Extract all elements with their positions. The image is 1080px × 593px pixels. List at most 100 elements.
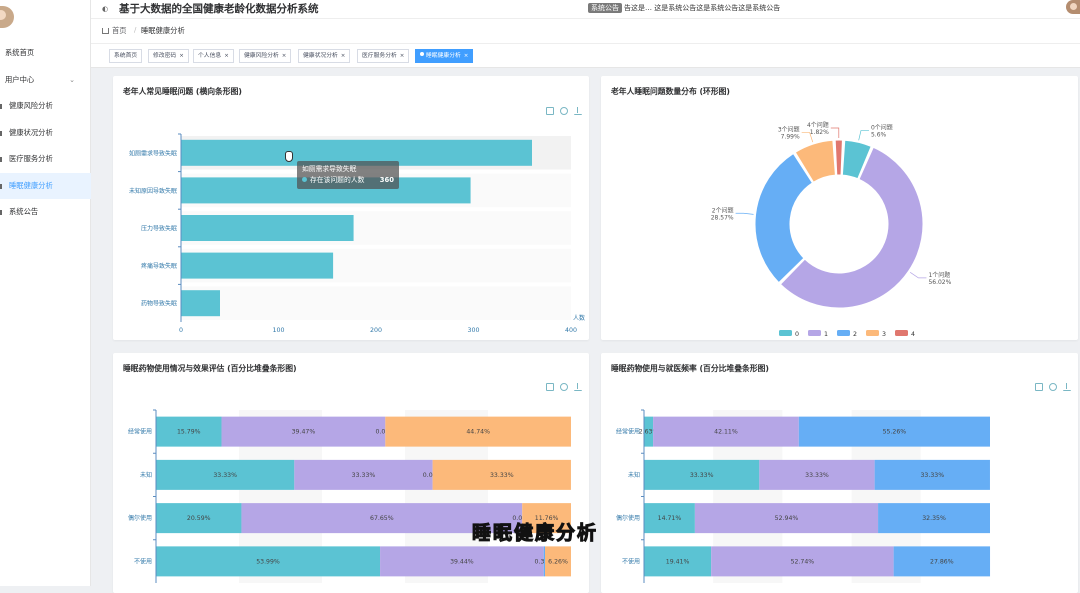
stacked-bar-chart: 15.79%39.47%0.00%44.74%经常使用33.33%33.33%0… xyxy=(128,409,571,583)
close-icon[interactable]: × xyxy=(400,53,405,59)
close-icon[interactable]: × xyxy=(282,53,287,59)
sidebar-item-label: 健康风险分析 xyxy=(9,101,53,110)
x-axis-label: 人数 xyxy=(573,314,585,322)
slice-pct-label: 1.82% xyxy=(810,129,829,136)
segment-label: 53.99% xyxy=(256,558,280,565)
donut-slice xyxy=(834,139,843,176)
segment-label: 52.94% xyxy=(775,515,799,522)
legend-label: 1 xyxy=(824,331,828,338)
segment-label: 39.47% xyxy=(292,429,316,436)
tab-health-risk[interactable]: 健康风险分析 × xyxy=(239,49,292,63)
segment-label: 32.35% xyxy=(922,515,946,522)
menu-dot-icon xyxy=(0,157,2,162)
sidebar-item-user-center[interactable]: 用户中心 ⌄ xyxy=(0,67,91,94)
segment-label: 33.33% xyxy=(213,472,237,479)
y-tick-label: 偶尔使用 xyxy=(128,514,152,522)
tab-label: 健康风险分析 xyxy=(244,53,279,59)
segment-label: 39.44% xyxy=(450,558,474,565)
y-tick-label: 不使用 xyxy=(134,557,152,565)
sidebar-item-medical-service[interactable]: 医疗服务分析 xyxy=(0,146,91,173)
y-tick-label: 药物导致失眠 xyxy=(141,300,177,308)
label-line xyxy=(830,127,840,139)
tab-label: 修改密码 xyxy=(153,53,177,59)
close-icon[interactable]: × xyxy=(341,53,346,59)
sidebar-item-health-risk[interactable]: 健康风险分析 xyxy=(0,93,91,120)
tab-label: 个人信息 xyxy=(198,53,222,59)
series-dot-icon xyxy=(302,177,307,182)
sidebar-item-sleep-health[interactable]: 睡眠健康分析 xyxy=(0,172,91,199)
label-line xyxy=(909,271,927,279)
sidebar-item-label: 睡眠健康分析 xyxy=(9,180,53,190)
top-bar: ◐ 基于大数据的全国健康老龄化数据分析系统 系统公告 告这是… 这是系统公告这是系… xyxy=(91,0,1080,18)
chart-card-medication-effect: 睡眠药物使用情况与效果评估 (百分比堆叠条形图) 15.79%39.47%0.0… xyxy=(113,353,589,593)
home-icon xyxy=(102,28,109,34)
notice-badge: 系统公告 xyxy=(588,3,622,13)
segment-label: 52.74% xyxy=(791,558,815,565)
y-tick-label: 偶尔使用 xyxy=(616,514,640,522)
x-tick-label: 300 xyxy=(467,327,479,334)
breadcrumb: 首页 / 睡眠健康分析 xyxy=(91,18,1080,44)
y-tick-label: 经常使用 xyxy=(128,428,152,436)
tab-health-status[interactable]: 健康状况分析 × xyxy=(298,49,351,63)
legend-label: 0 xyxy=(795,331,799,338)
legend-swatch xyxy=(779,330,792,336)
sidebar-item-label: 用户中心 xyxy=(5,74,35,84)
band-background xyxy=(181,286,571,320)
segment-label: 15.79% xyxy=(177,429,201,436)
menu-toggle-icon[interactable]: ◐ xyxy=(102,5,108,13)
donut-chart: 0个问题5.6% 1个问题56.02% 2个问题28.57% 3个问题7.99% 4个问… xyxy=(711,121,952,338)
user-avatar[interactable] xyxy=(1066,0,1080,14)
segment-label: 67.65% xyxy=(370,515,394,522)
x-tick-label: 400 xyxy=(565,327,577,334)
legend-label: 4 xyxy=(911,331,915,338)
legend-label: 3 xyxy=(882,331,886,338)
segment-label: 55.26% xyxy=(883,429,907,436)
tab-medical-service[interactable]: 医疗服务分析 × xyxy=(357,49,410,63)
sidebar-menu: 系统首页 用户中心 ⌄ 健康风险分析 健康状况分析 医疗服务分析 睡眠健康分析 系… xyxy=(0,40,91,226)
close-icon[interactable]: × xyxy=(464,53,469,59)
tab-home[interactable]: 系统首页 xyxy=(109,49,143,63)
legend-swatch xyxy=(895,330,908,336)
tab-profile[interactable]: 个人信息 × xyxy=(193,49,234,63)
sidebar-item-notice[interactable]: 系统公告 xyxy=(0,199,91,226)
tab-sleep-health[interactable]: 睡眠健康分析 × xyxy=(415,49,474,63)
sidebar-item-health-status[interactable]: 健康状况分析 xyxy=(0,120,91,147)
segment-label: 33.33% xyxy=(805,472,829,479)
segment-label: 44.74% xyxy=(466,429,490,436)
notice-marquee: 系统公告 告这是… 这是系统公告这是系统公告这是系统公告 xyxy=(588,3,900,14)
tab-change-password[interactable]: 修改密码 × xyxy=(148,49,189,63)
slice-label: 0个问题 xyxy=(871,124,893,132)
avatar[interactable] xyxy=(0,6,14,28)
tab-label: 系统首页 xyxy=(114,53,138,59)
segment-label: 14.71% xyxy=(658,515,682,522)
breadcrumb-current: 睡眠健康分析 xyxy=(141,26,185,35)
segment-label: 33.33% xyxy=(490,472,514,479)
segment-label: 33.33% xyxy=(690,472,714,479)
y-tick-label: 不使用 xyxy=(622,557,640,565)
tab-label: 睡眠健康分析 xyxy=(426,53,461,59)
sidebar-item-label: 系统公告 xyxy=(9,207,39,216)
legend-swatch xyxy=(866,330,879,336)
menu-dot-icon xyxy=(0,130,2,136)
chart-tooltip: 如厕需求导致失眠 存在该问题的人数 360 xyxy=(297,161,399,189)
sidebar-item-home[interactable]: 系统首页 xyxy=(0,40,91,67)
menu-dot-icon xyxy=(0,104,2,109)
breadcrumb-home[interactable]: 首页 xyxy=(112,26,127,36)
sidebar-item-label: 系统首页 xyxy=(5,48,35,57)
segment-label: 20.59% xyxy=(187,515,211,522)
x-tick-label: 200 xyxy=(370,327,382,334)
slice-pct-label: 56.02% xyxy=(928,279,951,286)
tooltip-title: 如厕需求导致失眠 xyxy=(302,165,357,173)
chevron-down-icon: ⌄ xyxy=(69,75,75,84)
menu-dot-icon xyxy=(0,210,2,215)
close-icon[interactable]: × xyxy=(179,53,184,59)
y-tick-label: 未知 xyxy=(628,471,640,479)
legend-label: 2 xyxy=(853,331,857,338)
y-tick-label: 未知 xyxy=(140,471,152,479)
close-icon[interactable]: × xyxy=(224,53,229,59)
legend-swatch xyxy=(837,330,850,336)
notice-text: 告这是… 这是系统公告这是系统公告这是系统公告 xyxy=(624,4,781,12)
y-tick-label: 经常使用 xyxy=(616,428,640,436)
y-tick-label: 疼痛导致失眠 xyxy=(141,262,177,270)
bar-chart: 如厕需求导致失眠未知原因导致失眠压力导致失眠疼痛导致失眠药物导致失眠 0 100 20… xyxy=(129,133,585,334)
